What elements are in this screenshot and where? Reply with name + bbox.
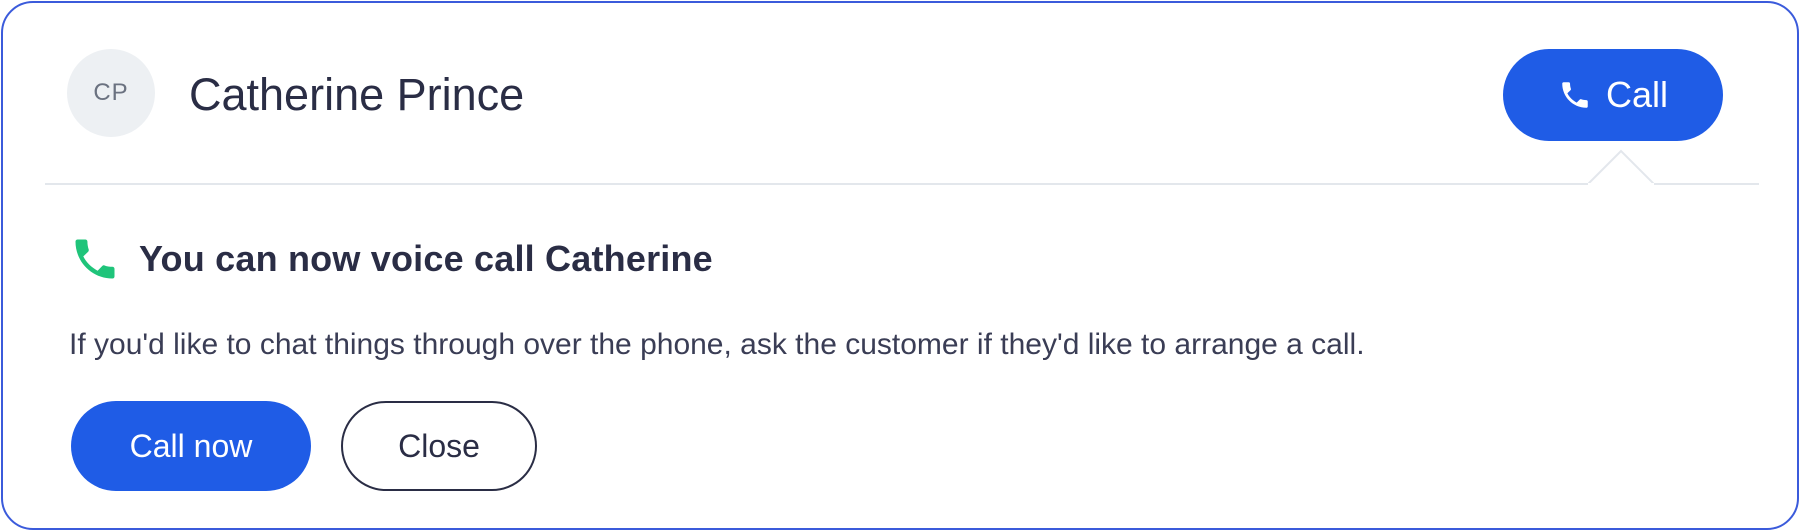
call-button-label: Call bbox=[1605, 74, 1668, 115]
call-button[interactable]: Call bbox=[1503, 49, 1723, 141]
popover-pointer bbox=[1588, 149, 1654, 185]
notice-title: You can now voice call Catherine bbox=[139, 238, 713, 279]
avatar: CP bbox=[67, 49, 155, 137]
notice-body: If you'd like to chat things through ove… bbox=[69, 328, 1365, 361]
phone-icon bbox=[1558, 78, 1592, 112]
header-divider bbox=[45, 183, 1759, 185]
avatar-initials: CP bbox=[93, 79, 129, 106]
voice-call-card: CP Catherine Prince Call You can now voi… bbox=[1, 1, 1799, 530]
close-button[interactable]: Close bbox=[341, 401, 537, 491]
call-now-button[interactable]: Call now bbox=[71, 401, 311, 491]
contact-header: CP Catherine Prince Call bbox=[3, 3, 1797, 185]
phone-icon bbox=[69, 231, 121, 287]
notice-heading: You can now voice call Catherine bbox=[69, 231, 713, 287]
contact-name: Catherine Prince bbox=[189, 69, 525, 120]
